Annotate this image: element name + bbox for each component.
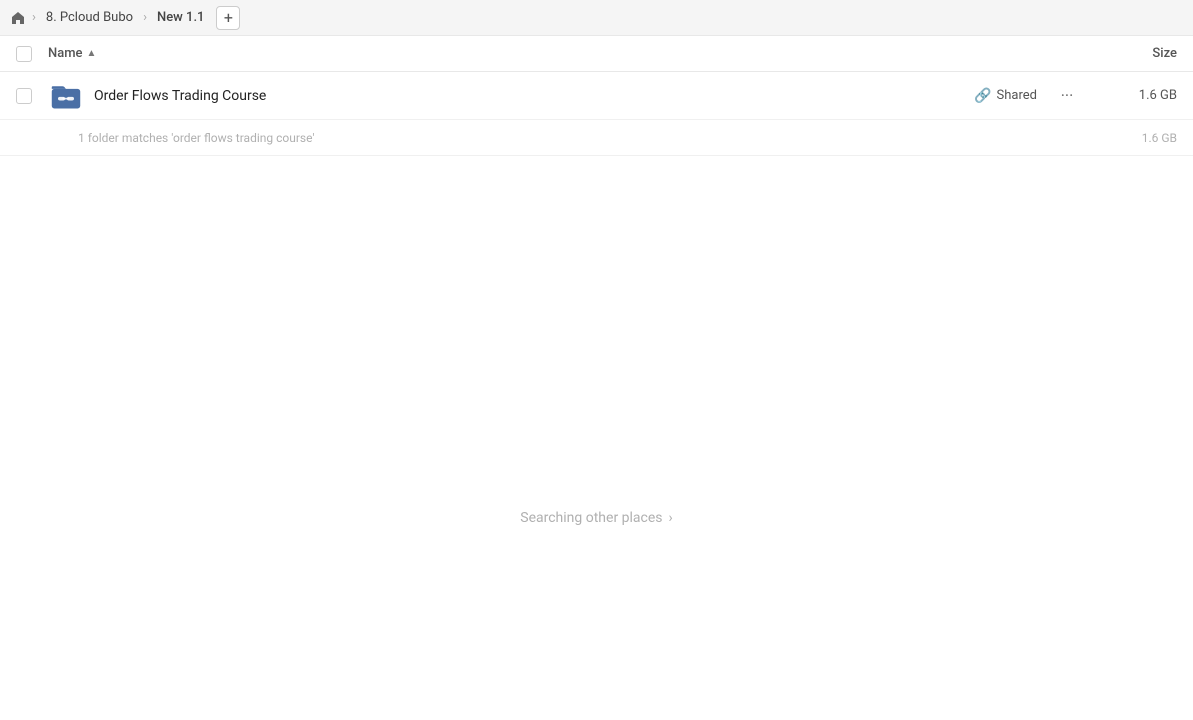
folder-icon	[48, 78, 84, 114]
searching-other-places[interactable]: Searching other places ›	[0, 510, 1193, 526]
breadcrumb-pcloud[interactable]: 8. Pcloud Bubo	[40, 8, 139, 27]
add-tab-button[interactable]: +	[216, 6, 240, 30]
breadcrumb-new11[interactable]: New 1.1	[151, 8, 210, 27]
size-column-header: Size	[1097, 46, 1177, 61]
more-icon: ···	[1061, 86, 1074, 105]
searching-chevron-icon: ›	[669, 510, 673, 526]
match-info-row: 1 folder matches 'order flows trading co…	[0, 120, 1193, 156]
file-name: Order Flows Trading Course	[94, 88, 974, 104]
file-size: 1.6 GB	[1097, 88, 1177, 103]
shared-badge: 🔗 Shared	[974, 88, 1037, 104]
name-column-header[interactable]: Name ▲	[48, 46, 1097, 61]
row-checkbox[interactable]	[16, 88, 40, 104]
match-text: 1 folder matches 'order flows trading co…	[78, 131, 1097, 145]
more-options-button[interactable]: ···	[1053, 82, 1081, 110]
breadcrumb-bar: › 8. Pcloud Bubo › New 1.1 +	[0, 0, 1193, 36]
file-row[interactable]: Order Flows Trading Course 🔗 Shared ··· …	[0, 72, 1193, 120]
breadcrumb-separator-1: ›	[32, 10, 36, 25]
breadcrumb-separator-2: ›	[143, 10, 147, 25]
link-icon: 🔗	[974, 88, 991, 104]
searching-text: Searching other places	[520, 510, 662, 526]
shared-label: Shared	[997, 88, 1037, 103]
column-headers: Name ▲ Size	[0, 36, 1193, 72]
match-size: 1.6 GB	[1097, 131, 1177, 145]
select-all-checkbox[interactable]	[16, 46, 40, 62]
sort-arrow-icon: ▲	[87, 48, 97, 59]
home-icon[interactable]	[8, 8, 28, 28]
